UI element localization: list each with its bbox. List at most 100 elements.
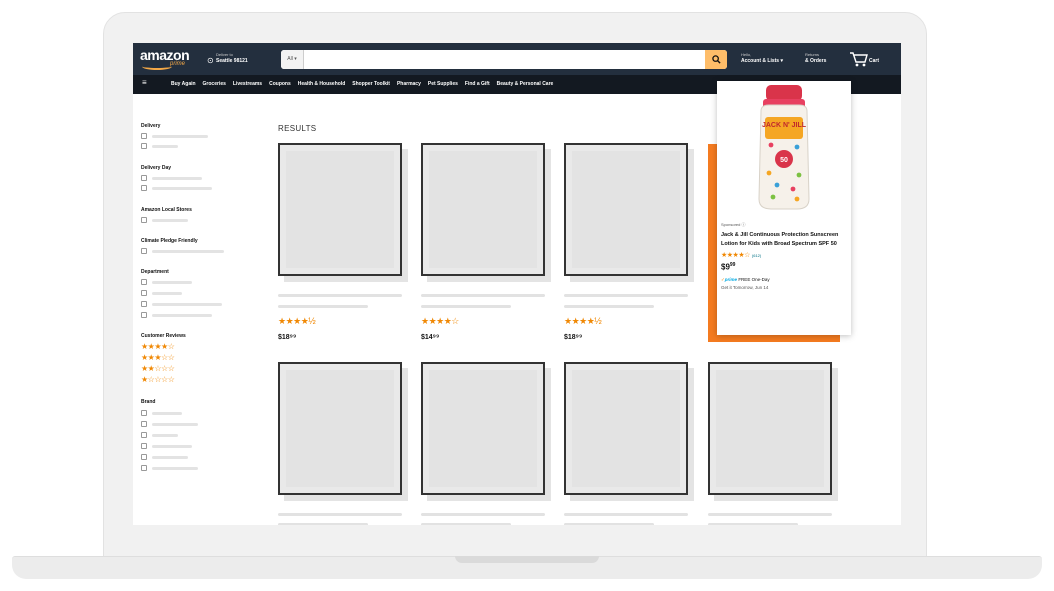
filter-title: Brand bbox=[141, 399, 156, 405]
product-image[interactable] bbox=[278, 362, 402, 495]
nav-link-livestreams[interactable]: Livestreams bbox=[233, 75, 262, 94]
checkbox[interactable] bbox=[141, 133, 147, 139]
product-rating-stars[interactable]: ★★★★½ bbox=[564, 317, 602, 326]
deliver-to[interactable]: ⊙ Deliver to Seattle 98121 bbox=[207, 51, 267, 69]
filter-option-label bbox=[152, 411, 182, 415]
search-button[interactable] bbox=[705, 50, 727, 69]
nav-link-pharmacy[interactable]: Pharmacy bbox=[397, 75, 421, 94]
filter-option-label bbox=[152, 218, 188, 222]
filter-option-label bbox=[152, 291, 182, 295]
results-heading: RESULTS bbox=[278, 124, 317, 133]
rating-filter-3[interactable]: ★★★☆☆ bbox=[141, 354, 175, 362]
checkbox[interactable] bbox=[141, 290, 147, 296]
search-department-select[interactable]: All ▾ bbox=[281, 50, 304, 69]
search-input[interactable] bbox=[305, 50, 703, 69]
filter-option-label bbox=[152, 302, 222, 306]
filter-option[interactable] bbox=[141, 290, 182, 296]
checkbox[interactable] bbox=[141, 410, 147, 416]
rating-filter-4[interactable]: ★★★★☆ bbox=[141, 343, 175, 351]
filter-option-label bbox=[152, 444, 192, 448]
account-lists-menu[interactable]: Hello, Account & Lists ▾ bbox=[741, 51, 807, 69]
nav-link-health[interactable]: Health & Household bbox=[298, 75, 346, 94]
filter-title: Delivery bbox=[141, 123, 161, 129]
checkbox[interactable] bbox=[141, 217, 147, 223]
product-image[interactable]: JACK N' JILL 50 bbox=[717, 81, 851, 214]
filter-group-delivery-day: Delivery Day bbox=[141, 165, 171, 171]
product-rating-stars[interactable]: ★★★★☆ bbox=[421, 317, 459, 326]
nav-link-pet-supplies[interactable]: Pet Supplies bbox=[428, 75, 458, 94]
nav-link-coupons[interactable]: Coupons bbox=[269, 75, 291, 94]
rating-filter-2[interactable]: ★★☆☆☆ bbox=[141, 365, 175, 373]
cart-button[interactable]: Cart bbox=[849, 50, 889, 70]
filter-option[interactable] bbox=[141, 143, 178, 149]
filter-option[interactable] bbox=[141, 312, 212, 318]
filter-option[interactable] bbox=[141, 465, 198, 471]
nav-link-groceries[interactable]: Groceries bbox=[203, 75, 226, 94]
filter-title: Climate Pledge Friendly bbox=[141, 238, 198, 244]
product-image[interactable] bbox=[564, 362, 688, 495]
filter-option[interactable] bbox=[141, 301, 222, 307]
rating-row: ★★★★☆ (612) bbox=[721, 251, 847, 259]
product-title-line bbox=[421, 523, 511, 525]
filter-option-label bbox=[152, 313, 212, 317]
product-price: $18⁹⁹ bbox=[278, 334, 297, 341]
filter-option[interactable] bbox=[141, 175, 202, 181]
nav-link-beauty[interactable]: Beauty & Personal Care bbox=[497, 75, 554, 94]
filter-option[interactable] bbox=[141, 133, 208, 139]
product-title-line bbox=[278, 513, 402, 516]
sponsored-product-card[interactable]: JACK N' JILL 50 Sponsored ⓘ Jack & Jill … bbox=[717, 81, 851, 335]
checkbox[interactable] bbox=[141, 465, 147, 471]
filter-option[interactable] bbox=[141, 443, 192, 449]
returns-orders-link[interactable]: Returns & Orders bbox=[805, 51, 841, 69]
product-image[interactable] bbox=[421, 362, 545, 495]
filter-option[interactable] bbox=[141, 410, 182, 416]
search-bar: All ▾ bbox=[281, 50, 727, 69]
checkbox[interactable] bbox=[141, 185, 147, 191]
filter-option[interactable] bbox=[141, 432, 178, 438]
product-image[interactable] bbox=[708, 362, 832, 495]
filter-option[interactable] bbox=[141, 454, 188, 460]
review-count[interactable]: (612) bbox=[752, 253, 761, 258]
product-rating-stars[interactable]: ★★★★½ bbox=[278, 317, 316, 326]
prime-logo: prime bbox=[724, 276, 738, 282]
filter-option[interactable] bbox=[141, 185, 212, 191]
checkbox[interactable] bbox=[141, 279, 147, 285]
product-title-line bbox=[708, 513, 832, 516]
prime-delivery: ✓prime FREE One-Day bbox=[721, 277, 847, 283]
filter-option[interactable] bbox=[141, 248, 224, 254]
product-title-line bbox=[708, 523, 798, 525]
filter-option[interactable] bbox=[141, 217, 188, 223]
product-rating-stars[interactable]: ★★★★☆ bbox=[721, 251, 750, 259]
product-image[interactable] bbox=[278, 143, 402, 276]
checkbox[interactable] bbox=[141, 143, 147, 149]
checkbox[interactable] bbox=[141, 432, 147, 438]
rating-filter-1[interactable]: ★☆☆☆☆ bbox=[141, 376, 175, 384]
checkbox[interactable] bbox=[141, 421, 147, 427]
filter-option-label bbox=[152, 249, 224, 253]
checkbox[interactable] bbox=[141, 454, 147, 460]
nav-link-find-a-gift[interactable]: Find a Gift bbox=[465, 75, 490, 94]
hamburger-menu-icon[interactable]: ≡ bbox=[142, 79, 147, 87]
product-image[interactable] bbox=[564, 143, 688, 276]
product-title-line bbox=[421, 305, 511, 308]
filter-group-department: Department bbox=[141, 269, 169, 275]
checkbox[interactable] bbox=[141, 443, 147, 449]
checkbox[interactable] bbox=[141, 312, 147, 318]
product-image[interactable] bbox=[421, 143, 545, 276]
filter-option[interactable] bbox=[141, 421, 198, 427]
filter-option[interactable] bbox=[141, 279, 192, 285]
checkbox[interactable] bbox=[141, 248, 147, 254]
filter-option-label bbox=[152, 466, 198, 470]
nav-link-shopper-toolkit[interactable]: Shopper Toolkit bbox=[352, 75, 390, 94]
price-dollars: $9 bbox=[721, 262, 730, 272]
laptop-screen: amazon prime ⊙ Deliver to Seattle 98121 … bbox=[133, 43, 901, 525]
nav-link-buy-again[interactable]: Buy Again bbox=[171, 75, 196, 94]
checkbox[interactable] bbox=[141, 175, 147, 181]
product-title[interactable]: Jack & Jill Continuous Protection Sunscr… bbox=[721, 231, 847, 249]
product-title-line bbox=[564, 294, 688, 297]
filter-option-label bbox=[152, 186, 212, 190]
amazon-logo[interactable]: amazon prime bbox=[140, 47, 196, 71]
image-placeholder bbox=[286, 151, 394, 268]
checkbox[interactable] bbox=[141, 301, 147, 307]
product-details: Sponsored ⓘ Jack & Jill Continuous Prote… bbox=[721, 222, 847, 290]
